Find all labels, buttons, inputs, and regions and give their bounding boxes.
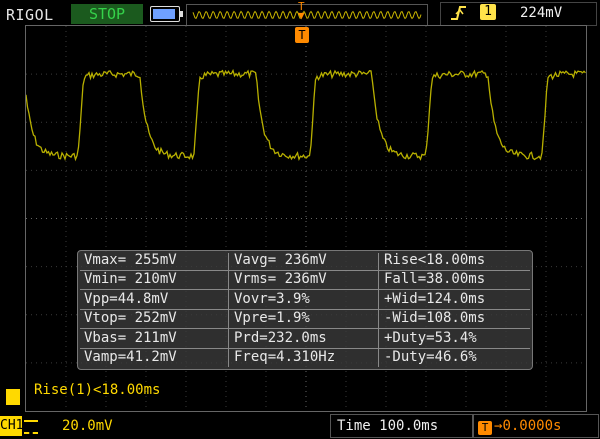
trigger-offset-value: 0.0000s <box>502 418 562 434</box>
memory-waveform-preview <box>192 10 422 20</box>
channel-offset-marker[interactable] <box>6 389 20 405</box>
vertical-scale[interactable]: 20.0mV <box>62 416 113 436</box>
trigger-position-marker: T ▼ <box>298 0 305 22</box>
memory-depth-bar[interactable] <box>186 4 428 26</box>
meas-nduty: -Duty=46.6% <box>384 349 477 365</box>
meas-vmax: Vmax= 255mV <box>84 252 177 268</box>
meas-pwid: +Wid=124.0ms <box>384 291 486 307</box>
meas-vpp: Vpp=44.8mV <box>84 291 169 307</box>
run-stop-indicator[interactable]: STOP <box>71 4 143 24</box>
rising-edge-icon <box>451 6 466 20</box>
trigger-marker-icon: T <box>295 27 309 43</box>
oscilloscope-screen: RIGOL STOP T ▼ 1 224mV T Vmax= 255mV Vavg… <box>0 0 600 439</box>
meas-fall: Fall=38.00ms <box>384 271 486 287</box>
trigger-level: 224mV <box>520 5 563 21</box>
trigger-channel-badge: 1 <box>480 4 496 20</box>
meas-vamp: Vamp=41.2mV <box>84 349 177 365</box>
meas-vovr: Vovr=3.9% <box>234 291 310 307</box>
trigger-offset-icon: T <box>478 421 492 435</box>
meas-vavg: Vavg= 236mV <box>234 252 327 268</box>
dc-coupling-icon <box>24 420 38 434</box>
meas-vbas: Vbas= 211mV <box>84 330 177 346</box>
meas-vtop: Vtop= 252mV <box>84 310 177 326</box>
meas-rise: Rise<18.00ms <box>384 252 486 268</box>
measurement-panel: Vmax= 255mV Vavg= 236mV Rise<18.00ms Vmi… <box>77 250 533 370</box>
meas-vpre: Vpre=1.9% <box>234 310 310 326</box>
meas-freq: Freq=4.310Hz <box>234 349 336 365</box>
timebase-label: Time <box>337 418 371 434</box>
timebase-panel[interactable]: Time 100.0ms <box>330 414 473 438</box>
meas-vmin: Vmin= 210mV <box>84 271 177 287</box>
status-message: Rise(1)<18.00ms <box>34 382 161 398</box>
meas-pduty: +Duty=53.4% <box>384 330 477 346</box>
channel-1-button[interactable]: CH1 <box>0 416 23 436</box>
timebase-value: 100.0ms <box>379 418 439 434</box>
brand-logo: RIGOL <box>6 6 54 24</box>
memory-trace <box>192 10 422 20</box>
battery-icon <box>150 6 183 22</box>
meas-prd: Prd=232.0ms <box>234 330 327 346</box>
trigger-offset-panel[interactable]: T →0.0000s <box>473 414 599 438</box>
meas-nwid: -Wid=108.0ms <box>384 310 486 326</box>
meas-vrms: Vrms= 236mV <box>234 271 327 287</box>
